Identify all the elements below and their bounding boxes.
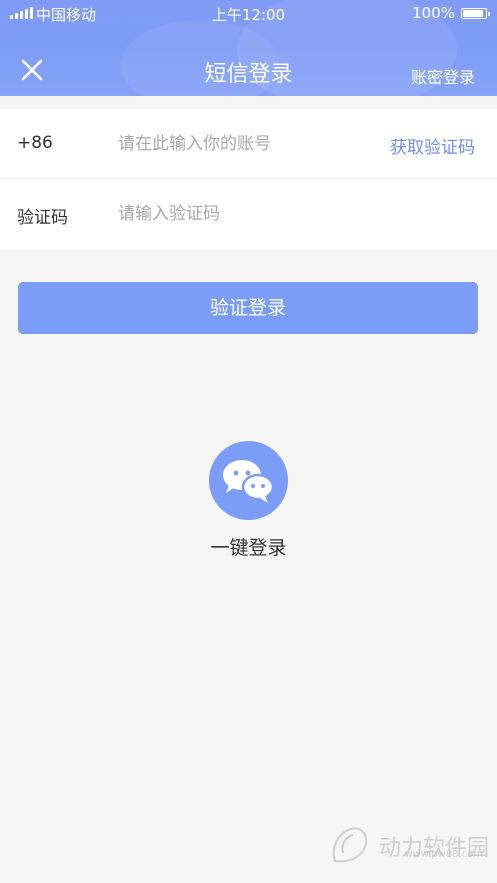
battery-fill — [463, 10, 483, 17]
password-login-link[interactable]: 账密登录 — [411, 64, 475, 88]
watermark-logo — [332, 827, 368, 863]
code-row: 验证码 — [0, 179, 497, 249]
battery-icon — [461, 8, 490, 19]
verify-login-button[interactable]: 验证登录 — [18, 282, 478, 334]
get-code-button[interactable]: 获取验证码 — [390, 133, 475, 158]
watermark-url: www.pw88.com — [404, 849, 483, 860]
wechat-icon[interactable] — [209, 441, 288, 520]
code-label: 验证码 — [17, 208, 68, 228]
status-bar: 中国移动 上午12:00 100% — [0, 0, 497, 26]
country-code[interactable]: +86 — [17, 133, 53, 153]
code-input[interactable] — [118, 199, 368, 229]
battery-percent: 100% — [412, 4, 455, 22]
header: 中国移动 上午12:00 100% 短信登录 账密登录 — [0, 0, 497, 96]
one-click-login-label: 一键登录 — [210, 537, 287, 559]
account-row: +86 获取验证码 — [0, 109, 497, 179]
login-form: +86 获取验证码 验证码 — [0, 109, 497, 249]
account-input[interactable] — [118, 129, 368, 159]
nav-bar: 短信登录 账密登录 — [0, 50, 497, 94]
watermark: 动力软件园 www.pw88.com — [327, 823, 489, 869]
